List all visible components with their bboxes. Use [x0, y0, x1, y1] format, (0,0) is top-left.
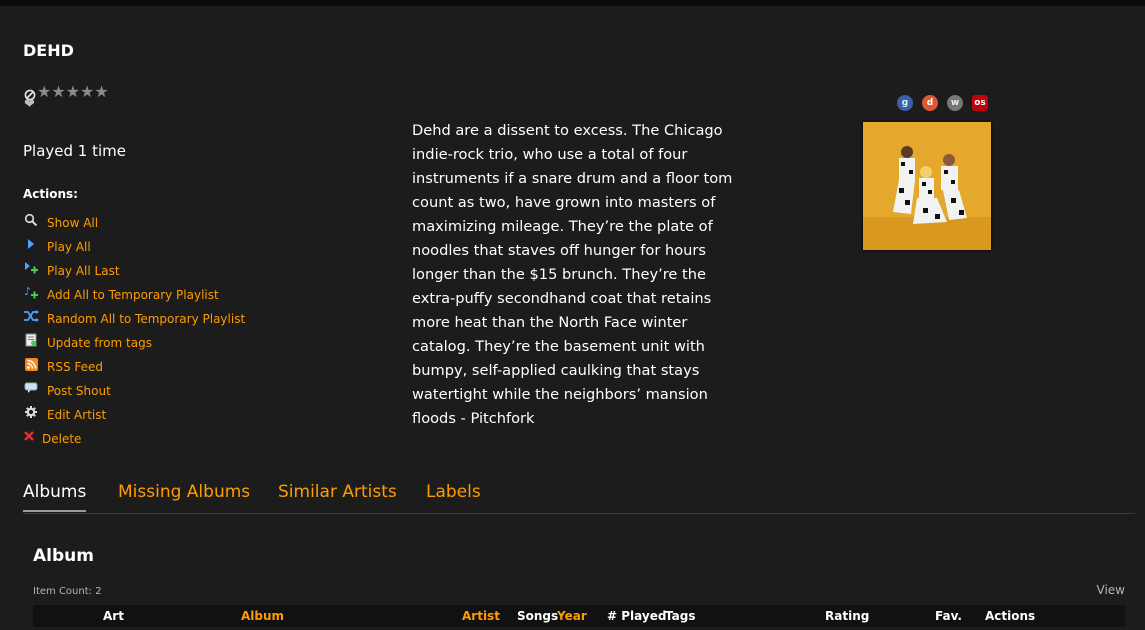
update-from-tags-label: Update from tags [47, 336, 152, 350]
view-toggle-link[interactable]: View [1097, 583, 1125, 597]
random-all-to-temp-playlist-action[interactable]: Random All to Temporary Playlist [23, 307, 245, 331]
tab-albums[interactable]: Albums [23, 482, 87, 512]
edit-icon [23, 404, 39, 420]
wikipedia-icon[interactable]: w [947, 95, 963, 111]
play-all-last-action[interactable]: Play All Last [23, 259, 245, 283]
album-section-title: Album [33, 546, 94, 566]
rating-star-5[interactable]: ★ [94, 84, 108, 100]
column-artist[interactable]: Artist [462, 609, 500, 623]
show-all-label: Show All [47, 216, 99, 230]
post-shout-action[interactable]: Post Shout [23, 379, 245, 403]
add-all-to-temp-playlist-action[interactable]: ♪ Add All to Temporary Playlist [23, 283, 245, 307]
column-year[interactable]: Year [557, 609, 587, 623]
play-count: Played 1 time [23, 142, 127, 160]
rating-star-2[interactable]: ★ [51, 84, 65, 100]
add-all-to-temp-playlist-label: Add All to Temporary Playlist [47, 288, 219, 302]
actions-list: Show All Play All Play All Last ♪ Add Al… [23, 211, 245, 451]
artist-page: DEHD ★ ★ ★ ★ ★ ❤ Played 1 time Actions: … [0, 0, 1145, 630]
rating-star-4[interactable]: ★ [80, 84, 94, 100]
svg-text:♪: ♪ [24, 285, 31, 298]
play-all-label: Play All [47, 240, 91, 254]
column-played: # Played [607, 609, 667, 623]
artist-biography: Dehd are a dissent to excess. The Chicag… [412, 122, 733, 427]
shuffle-icon [23, 308, 39, 324]
play-last-icon [23, 260, 39, 276]
column-songs: Songs [517, 609, 559, 623]
album-table-header: Art Album Artist Songs Year # Played Tag… [33, 605, 1125, 627]
rss-feed-label: RSS Feed [47, 360, 104, 374]
update-tags-icon [23, 332, 39, 348]
lastfm-icon[interactable]: os [972, 95, 988, 111]
column-rating: Rating [825, 609, 870, 623]
column-actions: Actions [985, 609, 1036, 623]
show-all-action[interactable]: Show All [23, 211, 245, 235]
external-links: g d w os [897, 95, 988, 111]
rating-star-1[interactable]: ★ [37, 84, 51, 100]
column-fav: Fav. [935, 609, 962, 623]
rss-feed-action[interactable]: RSS Feed [23, 355, 245, 379]
favorite-heart-icon[interactable]: ❤ [24, 98, 35, 111]
delete-label: Delete [42, 432, 82, 446]
delete-icon [23, 428, 35, 444]
delete-action[interactable]: Delete [23, 427, 245, 451]
post-shout-label: Post Shout [47, 384, 111, 398]
tab-similar-artists[interactable]: Similar Artists [278, 482, 397, 502]
update-from-tags-action[interactable]: Update from tags [23, 331, 245, 355]
column-art: Art [103, 609, 124, 623]
shout-icon [23, 380, 39, 396]
edit-artist-label: Edit Artist [47, 408, 107, 422]
random-all-to-temp-playlist-label: Random All to Temporary Playlist [47, 312, 246, 326]
actions-heading: Actions: [23, 187, 78, 201]
search-icon [23, 212, 39, 228]
column-tags: Tags [665, 609, 696, 623]
artist-name: DEHD [23, 41, 74, 60]
play-all-last-label: Play All Last [47, 264, 120, 278]
tab-labels[interactable]: Labels [426, 482, 481, 502]
play-icon [23, 236, 39, 252]
add-to-playlist-icon: ♪ [23, 284, 39, 300]
artist-tabs: Albums Missing Albums Similar Artists La… [23, 478, 1135, 514]
play-all-action[interactable]: Play All [23, 235, 245, 259]
rating-widget: ★ ★ ★ ★ ★ [24, 84, 109, 101]
duckduckgo-icon[interactable]: d [922, 95, 938, 111]
edit-artist-action[interactable]: Edit Artist [23, 403, 245, 427]
tab-missing-albums[interactable]: Missing Albums [118, 482, 250, 502]
artist-image[interactable] [863, 122, 991, 250]
google-icon[interactable]: g [897, 95, 913, 111]
rss-icon [23, 356, 39, 372]
rating-star-3[interactable]: ★ [66, 84, 80, 100]
item-count: Item Count: 2 [33, 586, 102, 597]
column-album[interactable]: Album [241, 609, 284, 623]
